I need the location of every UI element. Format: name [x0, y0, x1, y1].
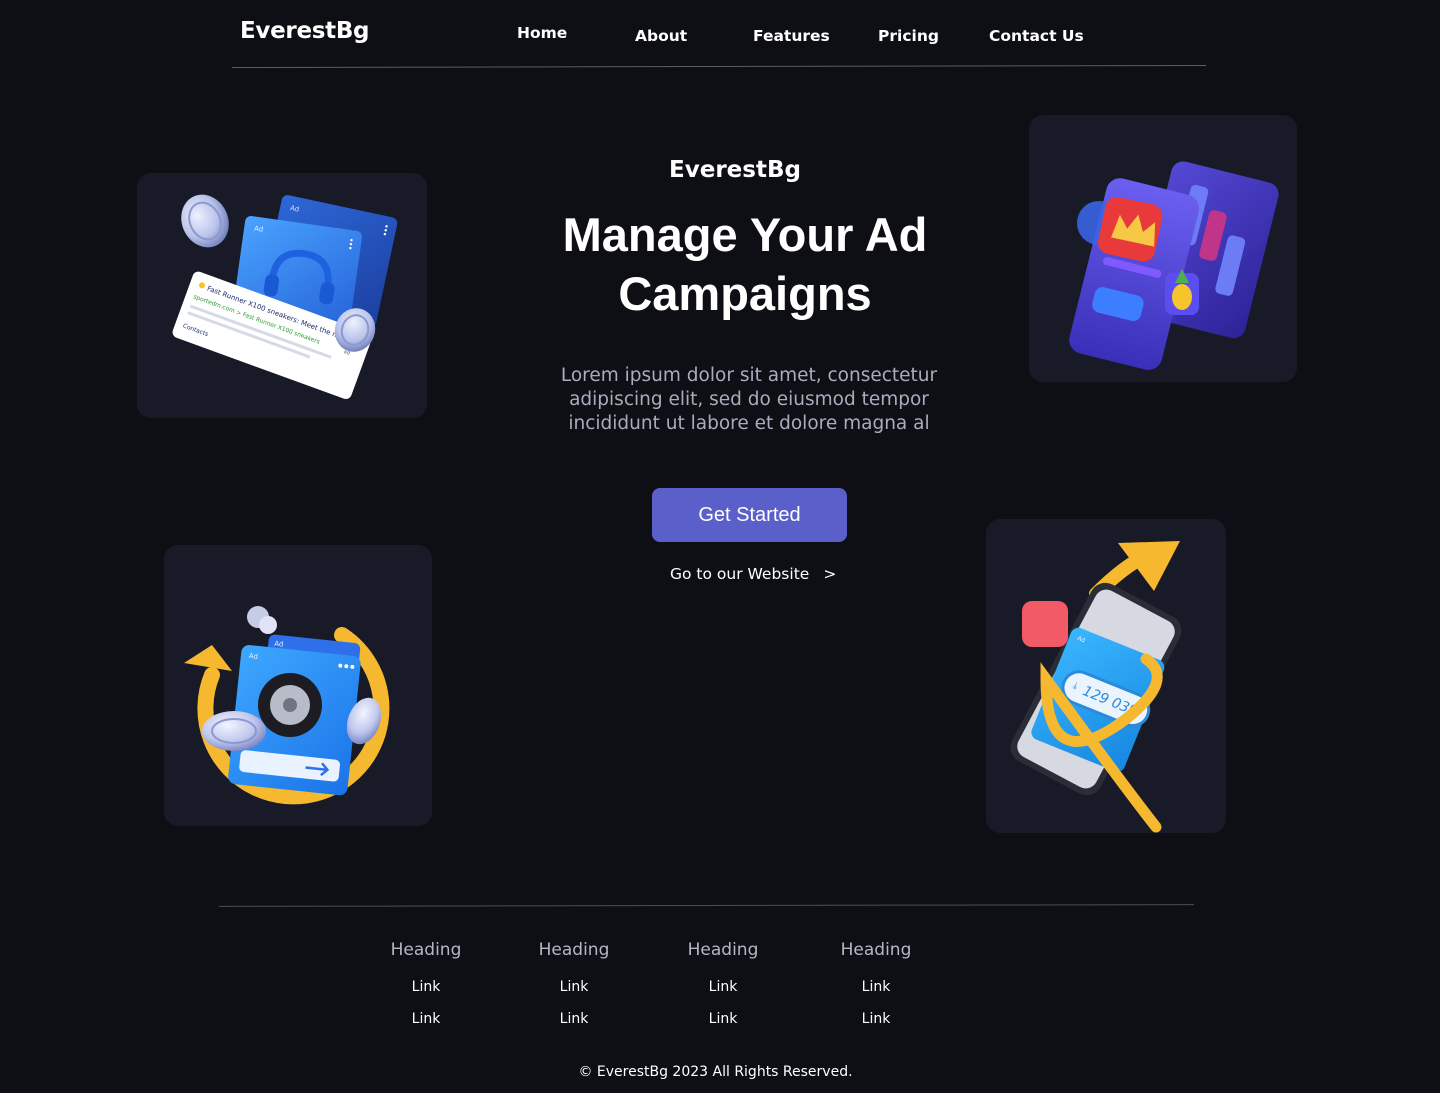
footer-link[interactable]: Link — [514, 979, 634, 995]
footer-column: Heading Link Link — [663, 940, 783, 1043]
footer-link[interactable]: Link — [514, 1011, 634, 1027]
footer-link[interactable]: Link — [816, 1011, 936, 1027]
hero-title: Manage Your Ad Campaigns — [562, 208, 928, 320]
hero-brand: EverestBg — [669, 157, 801, 183]
phone-apps-illustration — [1069, 161, 1279, 370]
footer-link[interactable]: Link — [366, 979, 486, 995]
header-divider — [232, 64, 1207, 69]
nav-contact-us[interactable]: Contact Us — [989, 27, 1084, 45]
footer-link[interactable]: Link — [663, 1011, 783, 1027]
app-square-icon — [1022, 601, 1068, 647]
nav-about[interactable]: About — [635, 27, 687, 45]
download-phone-illustration: Ad ⤓ 129 039 — [1010, 541, 1182, 833]
get-started-button[interactable]: Get Started — [652, 488, 847, 542]
go-to-website-link[interactable]: Go to our Website > — [670, 565, 836, 583]
footer-heading: Heading — [840, 940, 912, 960]
hero-description: Lorem ipsum dolor sit amet, consectetur … — [560, 365, 938, 434]
brand-logo[interactable]: EverestBg — [240, 18, 370, 44]
app-phone-card — [1029, 115, 1297, 382]
website-link-label: Go to our Website — [670, 565, 810, 583]
footer-heading: Heading — [390, 940, 462, 960]
coin-icon — [181, 194, 229, 248]
nav-features[interactable]: Features — [753, 27, 830, 45]
tire-ad-illustration: Ad Ad — [184, 606, 390, 805]
ad-tag-front: Ad — [254, 225, 264, 234]
search-ad-card: Ad Ad Fast Runner X100 sneakers: Meet th… — [137, 173, 427, 418]
footer-column: Heading Link Link — [816, 940, 936, 1043]
footer-link[interactable]: Link — [663, 979, 783, 995]
footer-heading: Heading — [687, 940, 759, 960]
download-phone-card: Ad ⤓ 129 039 — [986, 519, 1226, 833]
tire-ad-card: Ad Ad — [164, 545, 432, 826]
ad-tag-back: Ad — [274, 640, 284, 649]
search-ad-illustration: Ad Ad Fast Runner X100 sneakers: Meet th… — [172, 194, 398, 400]
footer-column: Heading Link Link — [366, 940, 486, 1043]
chevron-right-icon: > — [823, 565, 837, 583]
footer-column: Heading Link Link — [514, 940, 634, 1043]
copyright-text: © EverestBg 2023 All Rights Reserved. — [578, 1064, 853, 1080]
pineapple-icon — [1165, 269, 1199, 315]
coin-icon — [202, 711, 266, 751]
footer-link[interactable]: Link — [366, 1011, 486, 1027]
footer-heading: Heading — [538, 940, 610, 960]
nav-home[interactable]: Home — [517, 24, 567, 42]
ad-tag-front: Ad — [248, 652, 258, 661]
footer-divider — [218, 904, 1195, 907]
tire-icon — [258, 673, 322, 737]
footer-link[interactable]: Link — [816, 979, 936, 995]
nav-pricing[interactable]: Pricing — [878, 27, 939, 45]
crown-app-icon — [1098, 197, 1163, 262]
